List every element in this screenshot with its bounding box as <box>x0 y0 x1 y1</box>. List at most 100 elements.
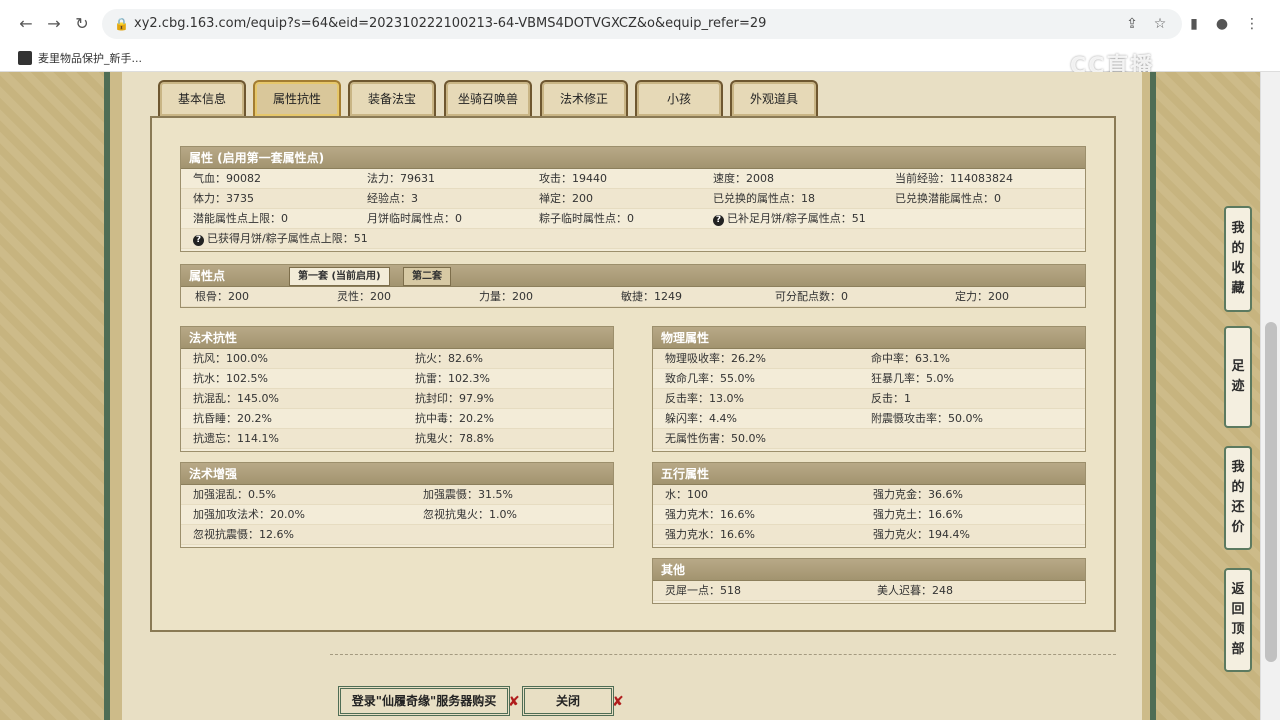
reload-icon[interactable]: ↻ <box>70 12 94 36</box>
element-water: 水：100 <box>665 488 708 501</box>
physical-title: 物理属性 <box>653 327 1085 349</box>
magic-resist-title: 法术抗性 <box>181 327 613 349</box>
phys-neutral-damage: 无属性伤害：50.0% <box>665 432 766 445</box>
resist-wind: 抗风：100.0% <box>193 352 268 365</box>
forward-icon[interactable]: → <box>42 12 66 36</box>
tab-child[interactable]: 小孩 <box>635 80 723 116</box>
help-icon[interactable]: ? <box>193 235 204 246</box>
table-row: 反击率：13.0% 反击：1 <box>653 389 1085 409</box>
resist-seal: 抗封印：97.9% <box>415 392 494 405</box>
sidepanel-icon[interactable]: ▮ <box>1182 12 1206 36</box>
lock-icon: 🔒 <box>114 17 129 31</box>
phys-counter: 反击：1 <box>871 392 911 405</box>
table-row: 强力克水：16.6% 强力克火：194.4% <box>653 525 1085 545</box>
table-row: 根骨：200 灵性：200 力量：200 敏捷：1249 可分配点数：0 定力：… <box>181 287 1085 307</box>
resist-ghostfire: 抗鬼火：78.8% <box>415 432 494 445</box>
phys-frenzy: 狂暴几率：5.0% <box>871 372 954 385</box>
bookmark-item[interactable]: 麦里物品保护_新手... <box>18 48 142 68</box>
ignore-resist-deter: 忽视抗震慑：12.6% <box>193 528 294 541</box>
back-to-top-button[interactable]: 返 回 顶 部 <box>1224 568 1252 672</box>
tab-basic-info[interactable]: 基本信息 <box>158 80 246 116</box>
attributes-panel: 属性 (启用第一套属性点) 气血：90082 法力：79631 攻击：19440… <box>180 146 1086 252</box>
table-row: 抗混乱：145.0% 抗封印：97.9% <box>181 389 613 409</box>
element-vs-earth: 强力克土：16.6% <box>873 508 963 521</box>
boost-attack-spell: 加强加攻法术：20.0% <box>193 508 305 521</box>
phys-absorb: 物理吸收率：26.2% <box>665 352 766 365</box>
magic-resist-panel: 法术抗性 抗风：100.0% 抗火：82.6% 抗水：102.5% 抗雷：102.3… <box>180 326 614 452</box>
boost-deter: 加强震慑：31.5% <box>423 488 513 501</box>
side-char: 的 <box>1231 480 1245 495</box>
tab-appearance[interactable]: 外观道具 <box>730 80 818 116</box>
phys-deter-attack: 附震慑攻击率：50.0% <box>871 412 983 425</box>
footprints-button[interactable]: 足 迹 <box>1224 326 1252 428</box>
point-agility: 敏捷：1249 <box>621 290 682 303</box>
menu-kebab-icon[interactable]: ⋮ <box>1240 12 1264 36</box>
table-row: 气血：90082 法力：79631 攻击：19440 速度：2008 当前经验：… <box>181 169 1085 189</box>
side-char: 顶 <box>1231 622 1245 637</box>
other-panel: 其他 灵犀一点：518 美人迟暮：248 <box>652 558 1086 604</box>
phys-counter-rate: 反击率：13.0% <box>665 392 744 405</box>
table-row: 抗水：102.5% 抗雷：102.3% <box>181 369 613 389</box>
tab-points-set-2[interactable]: 第二套 <box>403 267 451 286</box>
table-row: 物理吸收率：26.2% 命中率：63.1% <box>653 349 1085 369</box>
tab-mounts-summons[interactable]: 坐骑召唤兽 <box>444 80 532 116</box>
profile-icon[interactable]: ● <box>1210 12 1234 36</box>
side-char: 回 <box>1231 602 1245 617</box>
tab-equipment[interactable]: 装备法宝 <box>348 80 436 116</box>
table-row: 忽视抗震慑：12.6% <box>181 525 613 545</box>
stat-mooncake-filled: ? 已补足月饼/粽子属性点：51 <box>713 209 866 229</box>
attributes-title: 属性 (启用第一套属性点) <box>181 147 1085 169</box>
phys-dodge: 躲闪率：4.4% <box>665 412 737 425</box>
divider <box>330 654 1116 655</box>
stat-zongzi-temp: 粽子临时属性点：0 <box>539 212 634 225</box>
browser-toolbar: ← → ↻ 🔒 xy2.cbg.163.com/equip?s=64&eid=2… <box>0 8 1280 40</box>
close-button[interactable]: 关闭 <box>522 686 614 716</box>
my-favorites-button[interactable]: 我 的 收 藏 <box>1224 206 1252 312</box>
stat-stamina: 体力：3735 <box>193 192 254 205</box>
side-char: 返 <box>1231 582 1245 597</box>
stat-mooncake-cap-label: 已获得月饼/粽子属性点上限：51 <box>207 232 368 245</box>
tab-attributes[interactable]: 属性抗性 <box>253 80 341 116</box>
table-row: 强力克木：16.6% 强力克土：16.6% <box>653 505 1085 525</box>
bookmark-star-icon[interactable]: ☆ <box>1148 12 1172 36</box>
stat-potential-cap: 潜能属性点上限：0 <box>193 212 288 225</box>
table-row: 潜能属性点上限：0 月饼临时属性点：0 粽子临时属性点：0 ? 已补足月饼/粽子属… <box>181 209 1085 229</box>
table-row: ? 已获得月饼/粽子属性点上限：51 <box>181 229 1085 249</box>
stat-exchanged-points: 已兑换的属性点：18 <box>713 192 815 205</box>
help-icon[interactable]: ? <box>713 215 724 226</box>
stat-mooncake-cap: ? 已获得月饼/粽子属性点上限：51 <box>193 229 368 249</box>
table-row: 抗昏睡：20.2% 抗中毒：20.2% <box>181 409 613 429</box>
scrollbar[interactable] <box>1260 72 1280 720</box>
stat-mp: 法力：79631 <box>367 172 435 185</box>
tab-spell-modifiers[interactable]: 法术修正 <box>540 80 628 116</box>
side-char: 藏 <box>1231 281 1245 296</box>
bookmark-favicon-icon <box>18 51 32 65</box>
scrollbar-thumb[interactable] <box>1265 322 1277 662</box>
bookmark-label: 麦里物品保护_新手... <box>38 52 142 65</box>
content-box: 属性 (启用第一套属性点) 气血：90082 法力：79631 攻击：19440… <box>150 116 1116 632</box>
point-strength: 力量：200 <box>479 290 533 303</box>
side-char: 部 <box>1231 642 1245 657</box>
side-char: 足 <box>1231 359 1245 374</box>
main-area: 基本信息 属性抗性 装备法宝 坐骑召唤兽 法术修正 小孩 外观道具 属性 (启用… <box>122 72 1142 720</box>
side-char: 我 <box>1231 221 1245 236</box>
tab-points-set-1[interactable]: 第一套 (当前启用) <box>289 267 390 286</box>
magic-boost-title: 法术增强 <box>181 463 613 485</box>
share-icon[interactable]: ⇪ <box>1120 12 1144 36</box>
my-bargains-button[interactable]: 我 的 还 价 <box>1224 446 1252 550</box>
other-title: 其他 <box>653 559 1085 581</box>
stat-exp-points: 经验点：3 <box>367 192 418 205</box>
address-bar[interactable]: 🔒 xy2.cbg.163.com/equip?s=64&eid=2023102… <box>102 9 1182 39</box>
side-char: 价 <box>1231 520 1245 535</box>
resist-sleep: 抗昏睡：20.2% <box>193 412 272 425</box>
stat-mooncake-filled-label: 已补足月饼/粽子属性点：51 <box>727 212 866 225</box>
resist-thunder: 抗雷：102.3% <box>415 372 490 385</box>
element-vs-fire: 强力克火：194.4% <box>873 528 970 541</box>
table-row: 加强混乱：0.5% 加强震慑：31.5% <box>181 485 613 505</box>
table-row: 加强加攻法术：20.0% 忽视抗鬼火：1.0% <box>181 505 613 525</box>
login-buy-button[interactable]: 登录"仙履奇缘"服务器购买 <box>338 686 510 716</box>
table-row: 无属性伤害：50.0% <box>653 429 1085 449</box>
back-icon[interactable]: ← <box>14 12 38 36</box>
url-text[interactable]: xy2.cbg.163.com/equip?s=64&eid=202310222… <box>134 16 766 31</box>
point-spirit: 灵性：200 <box>337 290 391 303</box>
